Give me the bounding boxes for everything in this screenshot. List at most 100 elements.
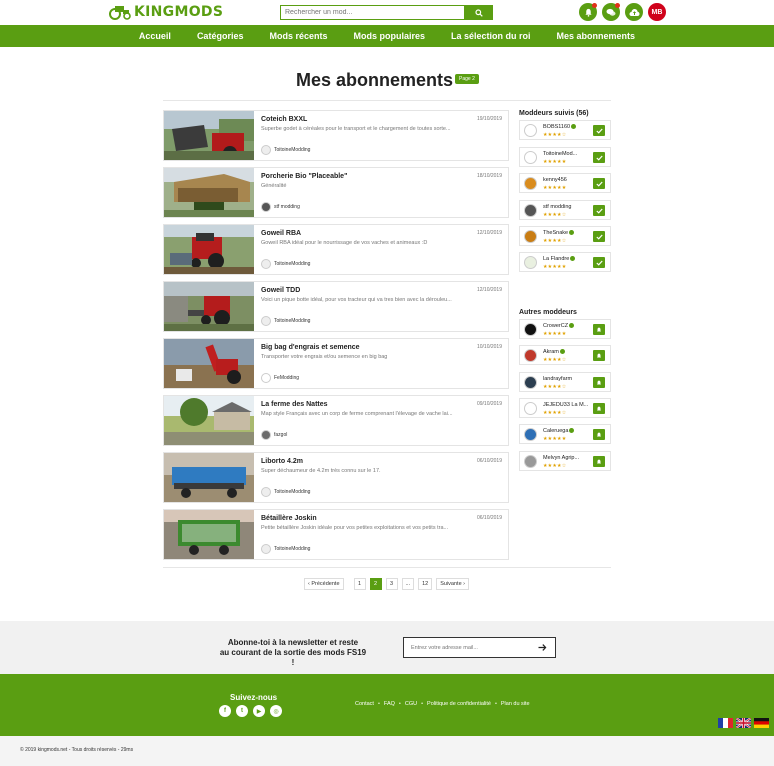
logo[interactable]: KINGMODS (109, 4, 223, 20)
mod-date: 12/10/2019 (476, 287, 502, 293)
follow-button[interactable] (593, 403, 605, 414)
nav-mods-recents[interactable]: Mods récents (256, 25, 340, 47)
mod-author[interactable]: stf modding (261, 202, 300, 212)
modder-card[interactable]: Akram ★★★★☆ (519, 345, 611, 365)
mod-thumbnail[interactable] (164, 168, 254, 217)
modder-card[interactable]: CrowerCZ ★★★★★ (519, 319, 611, 339)
newsletter-email-input[interactable] (404, 638, 529, 657)
modder-card[interactable]: Melvyn Agrip... ★★★★☆ (519, 451, 611, 471)
mod-description: Superbe godet à céréales pour le transpo… (261, 126, 451, 132)
other-modders-title: Autres moddeurs (519, 309, 577, 316)
search-button[interactable] (464, 5, 493, 20)
mod-card[interactable]: Big bag d'engrais et semence 10/10/2019 … (163, 338, 509, 389)
modder-name: TheSnake (543, 230, 591, 236)
modder-card[interactable]: TheSnake ★★★★☆ (519, 226, 611, 246)
mod-author[interactable]: ToitoineModding (261, 145, 310, 155)
unfollow-button[interactable] (593, 178, 605, 189)
messages-button[interactable] (602, 3, 620, 21)
follow-button[interactable] (593, 429, 605, 440)
mod-card[interactable]: Liborto 4.2m 06/10/2019 Super déchaumeur… (163, 452, 509, 503)
mod-author[interactable]: ToitoineModding (261, 544, 310, 554)
flag-fr-icon[interactable] (718, 718, 733, 728)
mod-author[interactable]: FeModding (261, 373, 299, 383)
page-button-current[interactable]: 2 (369, 578, 382, 590)
instagram-icon[interactable]: ◎ (270, 705, 282, 717)
footer-link-privacy[interactable]: Politique de confidentialité (427, 701, 491, 707)
mod-thumbnail[interactable] (164, 339, 254, 388)
page-button[interactable]: 12 (418, 578, 433, 590)
mod-card[interactable]: Porcherie Bio "Placeable" 18/10/2019 Gén… (163, 167, 509, 218)
flag-de-icon[interactable] (754, 718, 769, 728)
mod-title[interactable]: Big bag d'engrais et semence (261, 344, 360, 351)
mod-author[interactable]: ToitoineModding (261, 316, 310, 326)
mod-thumbnail[interactable] (164, 282, 254, 331)
mod-card[interactable]: La ferme des Nattes 09/10/2019 Map style… (163, 395, 509, 446)
mod-thumbnail[interactable] (164, 510, 254, 559)
footer-link-sitemap[interactable]: Plan du site (501, 701, 530, 707)
facebook-icon[interactable]: f (219, 705, 231, 717)
modder-avatar (524, 230, 537, 243)
mod-card[interactable]: Goweil RBA 12/10/2019 Goweil RBA idéal p… (163, 224, 509, 275)
footer-link-contact[interactable]: Contact (355, 701, 374, 707)
mod-card[interactable]: Goweil TDD 12/10/2019 Voici un pique bot… (163, 281, 509, 332)
mod-title[interactable]: Goweil RBA (261, 230, 301, 237)
mod-author[interactable]: ToitoineModding (261, 259, 310, 269)
modder-card[interactable]: La Flandre ★★★★★ (519, 252, 611, 272)
unfollow-button[interactable] (593, 231, 605, 242)
unfollow-button[interactable] (593, 205, 605, 216)
modder-card[interactable]: stf modding ★★★★☆ (519, 200, 611, 220)
mod-thumbnail[interactable] (164, 453, 254, 502)
modder-card[interactable]: Caleruega ★★★★★ (519, 424, 611, 444)
mod-thumbnail[interactable] (164, 225, 254, 274)
page-button[interactable]: 1 (353, 578, 366, 590)
nav-categories[interactable]: Catégories (184, 25, 257, 47)
unfollow-button[interactable] (593, 125, 605, 136)
nav-mes-abonnements[interactable]: Mes abonnements (544, 25, 649, 47)
page-button[interactable]: 3 (385, 578, 398, 590)
search-input[interactable] (280, 5, 464, 20)
mod-description: Map style Français avec un corp de ferme… (261, 411, 453, 417)
footer-link-faq[interactable]: FAQ (384, 701, 395, 707)
mod-title[interactable]: Goweil TDD (261, 287, 300, 294)
verified-icon (559, 349, 565, 355)
follow-button[interactable] (593, 350, 605, 361)
rating-stars: ★★★★★ (543, 185, 567, 191)
nav-mods-populaires[interactable]: Mods populaires (341, 25, 439, 47)
mod-card[interactable]: Coteich BXXL 19/10/2019 Superbe godet à … (163, 110, 509, 161)
modder-card[interactable]: landrayfarm ★★★★☆ (519, 372, 611, 392)
modder-card[interactable]: BOBS1160 ★★★★☆ (519, 120, 611, 140)
mod-card[interactable]: Bétaillère Joskin 06/10/2019 Petite béta… (163, 509, 509, 560)
nav-accueil[interactable]: Accueil (126, 25, 184, 47)
mod-title[interactable]: Bétaillère Joskin (261, 515, 317, 522)
follow-button[interactable] (593, 324, 605, 335)
modder-card[interactable]: kenny456 ★★★★★ (519, 173, 611, 193)
flag-uk-icon[interactable] (736, 718, 751, 728)
nav-selection-roi[interactable]: La sélection du roi (438, 25, 544, 47)
mod-thumbnail[interactable] (164, 111, 254, 160)
arrow-right-icon[interactable] (538, 643, 547, 652)
mod-author[interactable]: ToitoineModding (261, 487, 310, 497)
notifications-button[interactable] (579, 3, 597, 21)
modder-card[interactable]: JEJEDU33 La M... ★★★★☆ (519, 398, 611, 418)
follow-button[interactable] (593, 377, 605, 388)
modder-card[interactable]: ToitoineMod... ★★★★★ (519, 147, 611, 167)
mod-author[interactable]: fazgol (261, 430, 287, 440)
twitter-icon[interactable]: t (236, 705, 248, 717)
youtube-icon[interactable]: ▶ (253, 705, 265, 717)
next-page-button[interactable]: Suivante › (436, 578, 470, 590)
mod-title[interactable]: Liborto 4.2m (261, 458, 303, 465)
author-avatar (261, 487, 271, 497)
user-avatar[interactable]: MB (648, 3, 666, 21)
mod-thumbnail[interactable] (164, 396, 254, 445)
footer-link-cgu[interactable]: CGU (405, 701, 417, 707)
upload-button[interactable] (625, 3, 643, 21)
follow-button[interactable] (593, 456, 605, 467)
mod-description: Voici un pique botte idéal, pour vos tra… (261, 297, 452, 303)
mod-title[interactable]: Porcherie Bio "Placeable" (261, 173, 347, 180)
author-avatar (261, 145, 271, 155)
mod-title[interactable]: La ferme des Nattes (261, 401, 328, 408)
prev-page-button[interactable]: ‹ Précédente (304, 578, 344, 590)
unfollow-button[interactable] (593, 152, 605, 163)
mod-title[interactable]: Coteich BXXL (261, 116, 307, 123)
unfollow-button[interactable] (593, 257, 605, 268)
